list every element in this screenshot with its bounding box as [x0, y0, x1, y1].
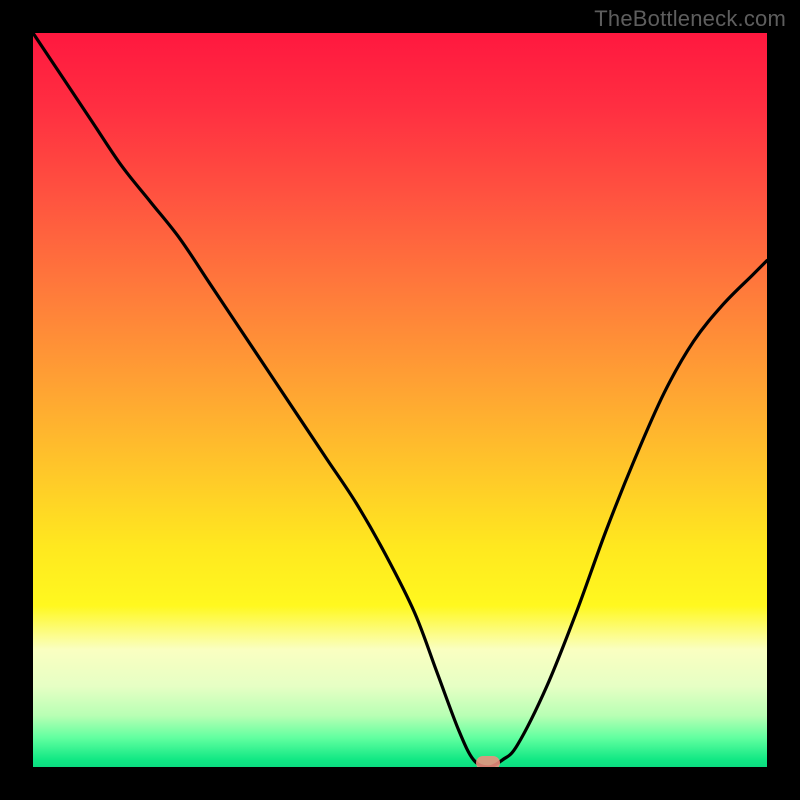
plot-area	[33, 33, 767, 767]
optimal-marker	[476, 756, 500, 767]
chart-frame: TheBottleneck.com	[0, 0, 800, 800]
curve-layer	[33, 33, 767, 767]
bottleneck-curve	[33, 33, 767, 767]
watermark-text: TheBottleneck.com	[594, 6, 786, 32]
